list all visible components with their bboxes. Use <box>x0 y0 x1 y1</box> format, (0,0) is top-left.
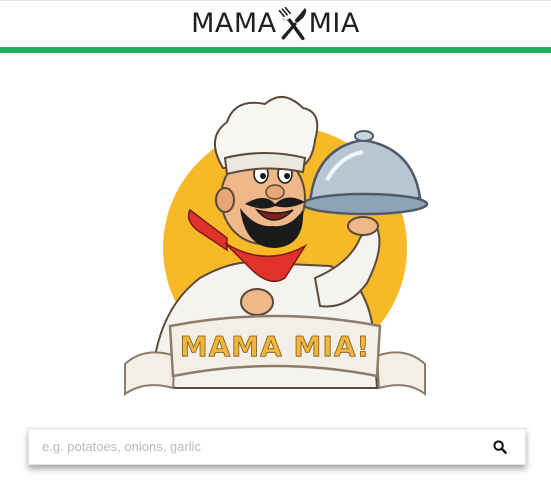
fork-knife-icon <box>278 7 306 41</box>
accent-bar <box>0 47 551 53</box>
brand-left: MAMA <box>191 8 277 39</box>
search-icon <box>493 439 507 454</box>
chef-mascot-image: MAMA MIA! <box>124 96 429 397</box>
page: MAMA MIA MAMA MIA! e.g. potatoes, onions… <box>0 0 551 499</box>
header: MAMA MIA <box>0 1 551 47</box>
brand-logo[interactable]: MAMA MIA <box>191 1 360 47</box>
search-input[interactable] <box>29 429 483 464</box>
search-bar <box>28 428 526 465</box>
brand-right: MIA <box>308 8 360 39</box>
search-button[interactable] <box>483 429 517 464</box>
hero-banner-text: MAMA MIA! <box>180 330 371 363</box>
